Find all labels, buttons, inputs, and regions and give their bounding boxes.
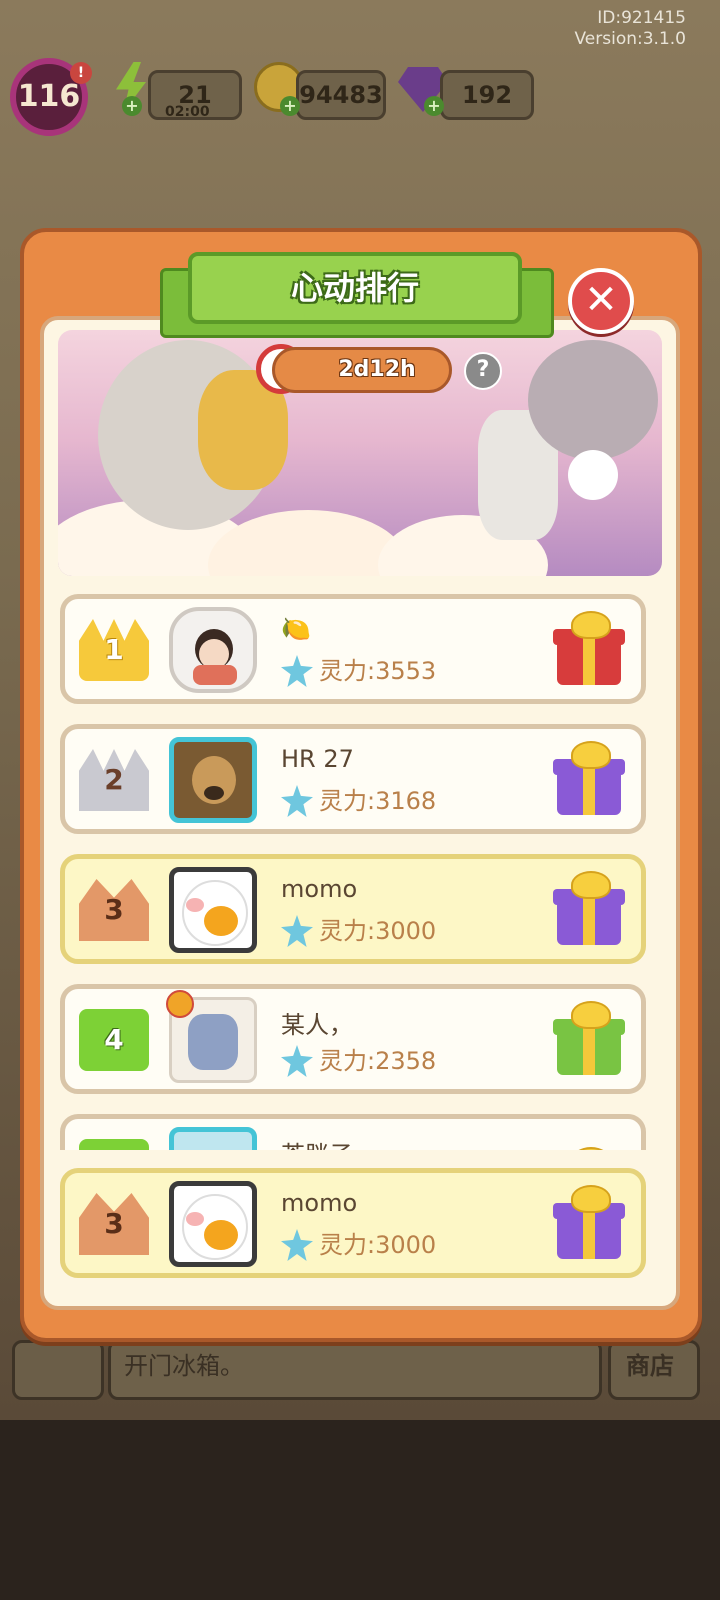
player-name: 某人， bbox=[281, 1011, 353, 1039]
player-name: 🍋 bbox=[281, 615, 311, 643]
spirit-power: 灵力:3000 bbox=[319, 917, 437, 945]
player-name: momo bbox=[281, 875, 358, 903]
avatar[interactable] bbox=[169, 1181, 257, 1267]
gift-box-icon[interactable] bbox=[551, 611, 627, 685]
spirit-power: 灵力:3553 bbox=[319, 657, 437, 685]
star-icon bbox=[281, 655, 313, 687]
event-timer: 2d12h bbox=[272, 347, 452, 393]
player-name: momo bbox=[281, 1189, 358, 1217]
add-energy-icon[interactable]: + bbox=[122, 96, 142, 116]
gem-counter[interactable]: 192 bbox=[440, 70, 534, 120]
add-coins-icon[interactable]: + bbox=[280, 96, 300, 116]
spirit-power: 灵力:2358 bbox=[319, 1047, 437, 1075]
chat-text: 开门冰箱。 bbox=[124, 1352, 244, 1380]
rank-crown-gold: 1 bbox=[79, 619, 149, 681]
spirit-power: 灵力:3168 bbox=[319, 787, 437, 815]
spirit-power: 灵力:3000 bbox=[319, 1231, 437, 1259]
avatar[interactable] bbox=[169, 607, 257, 693]
ranking-list[interactable]: 1 🍋 灵力:3553 2 HR 27 灵力:3168 3 momo 灵力:30… bbox=[58, 590, 662, 1150]
star-icon bbox=[281, 1229, 313, 1261]
help-icon[interactable]: ? bbox=[464, 352, 502, 390]
gift-box-icon[interactable] bbox=[551, 741, 627, 815]
bottom-left-button[interactable] bbox=[12, 1340, 104, 1400]
rank-crown-bronze: 3 bbox=[79, 879, 149, 941]
notification-dot: ! bbox=[70, 62, 92, 84]
gift-box-icon[interactable] bbox=[551, 1185, 627, 1259]
coin-counter[interactable]: 94483 bbox=[296, 70, 386, 120]
player-name: 茶胖子 bbox=[281, 1135, 353, 1150]
gift-box-icon[interactable] bbox=[551, 1001, 627, 1075]
rank-crown-bronze: 3 bbox=[79, 1193, 149, 1255]
close-icon[interactable]: ✕ bbox=[568, 268, 634, 334]
avatar[interactable] bbox=[169, 1127, 257, 1150]
energy-timer: 02:00 bbox=[165, 104, 210, 120]
bottom-bar-background bbox=[0, 1420, 720, 1600]
shop-label: 商店 bbox=[626, 1352, 674, 1380]
rank-badge-green: 5 bbox=[79, 1139, 149, 1150]
ranking-row-5[interactable]: 5 茶胖子 bbox=[60, 1114, 646, 1150]
player-name: HR 27 bbox=[281, 745, 354, 773]
ranking-row-3[interactable]: 3 momo 灵力:3000 bbox=[60, 854, 646, 964]
star-icon bbox=[281, 915, 313, 947]
ranking-row-1[interactable]: 1 🍋 灵力:3553 bbox=[60, 594, 646, 704]
modal-title: 心动排行 bbox=[188, 252, 522, 324]
gift-box-icon[interactable] bbox=[551, 871, 627, 945]
add-gems-icon[interactable]: + bbox=[424, 96, 444, 116]
ranking-row-2[interactable]: 2 HR 27 灵力:3168 bbox=[60, 724, 646, 834]
ranking-row-4[interactable]: 4 某人， 灵力:2358 bbox=[60, 984, 646, 1094]
player-id: ID:921415 bbox=[597, 8, 686, 28]
star-icon bbox=[281, 785, 313, 817]
app-version: Version:3.1.0 bbox=[574, 29, 687, 49]
rank-badge-green: 4 bbox=[79, 1009, 149, 1071]
gift-box-icon[interactable] bbox=[551, 1131, 627, 1150]
my-ranking-row[interactable]: 3 momo 灵力:3000 bbox=[60, 1168, 646, 1278]
avatar[interactable] bbox=[166, 990, 257, 1083]
avatar[interactable] bbox=[169, 737, 257, 823]
star-icon bbox=[281, 1045, 313, 1077]
list-fade bbox=[44, 1150, 674, 1168]
rank-crown-silver: 2 bbox=[79, 749, 149, 811]
avatar[interactable] bbox=[169, 867, 257, 953]
